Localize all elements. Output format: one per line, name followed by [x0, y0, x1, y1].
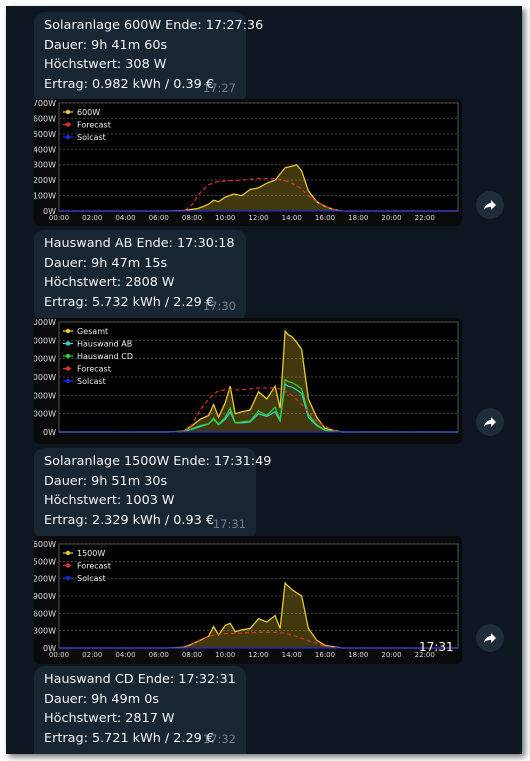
y-tick-label: 6000W — [34, 318, 56, 327]
message-bubble[interactable]: Solaranlage 600W Ende: 17:27:36 Dauer: 9… — [34, 12, 264, 103]
legend-label: Forecast — [77, 365, 111, 374]
legend-marker — [65, 550, 71, 556]
y-tick-label: 3000W — [34, 373, 56, 382]
forward-button[interactable] — [476, 191, 504, 219]
forward-arrow-icon — [484, 200, 496, 210]
x-tick-label: 06:00 — [149, 214, 169, 222]
legend-label: Hauswand CD — [77, 352, 133, 361]
message-duration: Dauer: 9h 51m 30s — [44, 473, 168, 489]
forward-button[interactable] — [476, 624, 504, 652]
legend-label: Hauswand AB — [77, 340, 132, 349]
legend-label: 1500W — [77, 549, 105, 558]
message-peak: Höchstwert: 2808 W — [44, 275, 175, 290]
legend-label: Forecast — [77, 562, 111, 571]
legend-marker — [65, 563, 71, 568]
y-tick-label: 2000W — [34, 391, 56, 400]
x-tick-label: 06:00 — [149, 651, 169, 659]
message-bubble[interactable]: Solaranlage 1500W Ende: 17:31:49 Dauer: … — [34, 448, 272, 539]
legend-marker — [65, 353, 71, 359]
y-tick-label: 4000W — [34, 355, 56, 364]
x-tick-label: 00:00 — [49, 651, 69, 659]
chart-image[interactable]: 0W300W600W900W1200W1500W1600W00:0002:000… — [34, 536, 462, 664]
x-tick-label: 14:00 — [282, 651, 302, 659]
y-tick-label: 1200W — [34, 575, 56, 584]
chart-image[interactable]: 0W 1000W 2000W 3000W 4000W 5000W 6000W Gesamt Ha… — [34, 318, 462, 444]
chart-svg: 0W300W600W900W1200W1500W1600W00:0002:000… — [34, 540, 459, 659]
chat-window: Solaranlage 600W Ende: 17:27:36 Dauer: 9… — [6, 6, 522, 754]
legend-marker — [65, 134, 71, 140]
legend-marker — [65, 328, 71, 334]
x-tick-label: 16:00 — [315, 651, 335, 659]
x-tick-label: 12:00 — [248, 651, 268, 659]
message-title: Solaranlage 1500W Ende: 17:31:49 — [44, 454, 272, 469]
message-bubble[interactable]: Hauswand AB Ende: 17:30:18 Dauer: 9h 47m… — [34, 230, 246, 321]
legend-label: Solcast — [77, 574, 106, 583]
y-tick-label: 400W — [34, 145, 56, 154]
message-peak: Höchstwert: 1003 W — [44, 493, 175, 508]
x-tick-label: 18:00 — [348, 214, 368, 222]
message-duration: Dauer: 9h 41m 60s — [44, 37, 168, 53]
legend-marker — [65, 366, 71, 371]
legend-label: Forecast — [77, 121, 111, 130]
y-tick-label: 300W — [34, 161, 56, 170]
message-title: Solaranlage 600W Ende: 17:27:36 — [44, 18, 264, 33]
message-time: 17:30 — [202, 298, 236, 313]
y-tick-label: 1000W — [34, 410, 56, 419]
legend-marker — [65, 122, 71, 127]
y-tick-label: 5000W — [34, 336, 56, 345]
y-tick-label: 700W — [34, 99, 56, 108]
y-tick-label: 600W — [34, 114, 56, 123]
forward-arrow-icon — [484, 417, 496, 427]
x-tick-label: 12:00 — [248, 214, 268, 222]
forward-button[interactable] — [476, 408, 504, 436]
chart-timestamp-overlay: 17:31 — [419, 640, 454, 654]
x-tick-label: 20:00 — [381, 214, 401, 222]
x-tick-label: 08:00 — [182, 651, 202, 659]
legend-marker — [65, 341, 71, 346]
message-time: 17:32 — [202, 731, 236, 746]
x-tick-label: 16:00 — [315, 214, 335, 222]
message-time: 17:27 — [202, 80, 236, 95]
x-tick-label: 02:00 — [82, 214, 102, 222]
x-tick-label: 04:00 — [115, 214, 135, 222]
y-tick-label: 900W — [34, 592, 56, 601]
legend-label: 600W — [77, 108, 100, 117]
message-duration: Dauer: 9h 47m 15s — [44, 255, 168, 271]
message-peak: Höchstwert: 2817 W — [44, 711, 175, 726]
legend-label: Solcast — [77, 133, 106, 142]
x-tick-label: 10:00 — [215, 651, 235, 659]
y-tick-label: 0W — [43, 428, 56, 437]
message-title: Hauswand AB Ende: 17:30:18 — [44, 236, 235, 251]
legend-label: Gesamt — [77, 327, 108, 336]
x-tick-label: 10:00 — [215, 214, 235, 222]
x-tick-label: 04:00 — [115, 651, 135, 659]
forward-arrow-icon — [484, 633, 496, 643]
x-tick-label: 00:00 — [49, 214, 69, 222]
y-tick-label: 200W — [34, 176, 56, 185]
message-title: Hauswand CD Ende: 17:32:31 — [44, 672, 236, 687]
legend-marker — [65, 575, 71, 581]
chart-svg: 0W 1000W 2000W 3000W 4000W 5000W 6000W Gesamt Ha… — [34, 318, 459, 437]
y-tick-label: 1500W — [34, 557, 56, 566]
message-duration: Dauer: 9h 49m 0s — [44, 691, 160, 707]
x-tick-label: 14:00 — [282, 214, 302, 222]
legend-marker — [65, 109, 71, 115]
y-tick-label: 600W — [34, 609, 56, 618]
message-time: 17:31 — [212, 516, 246, 531]
message-peak: Höchstwert: 308 W — [44, 57, 167, 72]
y-tick-label: 100W — [34, 192, 56, 201]
x-tick-label: 02:00 — [82, 651, 102, 659]
chart-image[interactable]: 0W 100W 200W 300W 400W 500W 600W 700W 00:00 02:00… — [34, 99, 462, 226]
x-tick-label: 20:00 — [381, 651, 401, 659]
x-tick-label: 08:00 — [182, 214, 202, 222]
x-tick-label: 18:00 — [348, 651, 368, 659]
legend-label: Solcast — [77, 377, 106, 386]
message-bubble[interactable]: Hauswand CD Ende: 17:32:31 Dauer: 9h 49m… — [34, 666, 246, 754]
y-tick-label: 1600W — [34, 540, 56, 549]
x-tick-label: 22:00 — [415, 214, 435, 222]
y-tick-label: 500W — [34, 130, 56, 139]
legend-marker — [65, 378, 71, 384]
chart-svg: 0W100W200W300W400W500W600W700W00:00 02:00… — [34, 99, 459, 222]
y-tick-label: 300W — [34, 627, 56, 636]
